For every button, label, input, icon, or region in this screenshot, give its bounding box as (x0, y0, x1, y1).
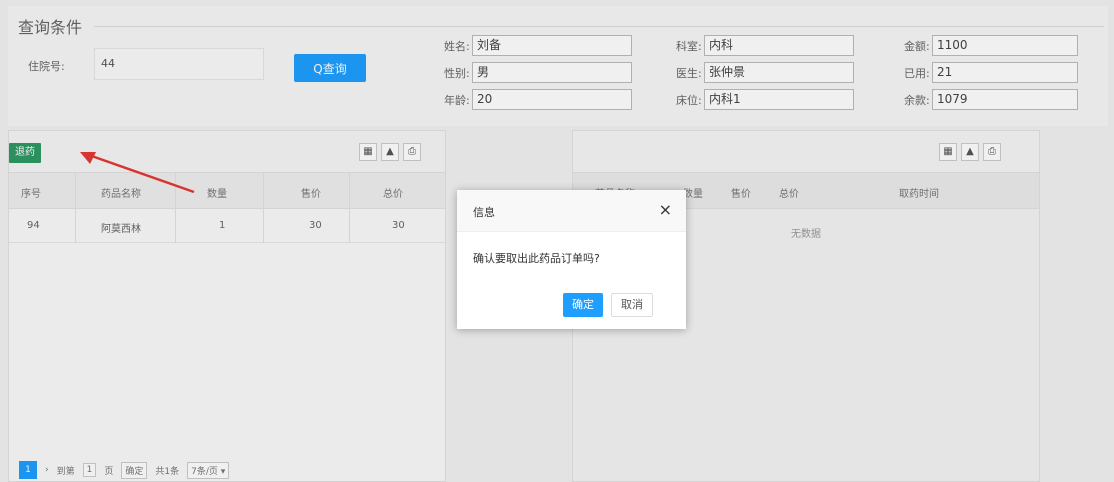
confirm-button[interactable]: 确定 (563, 293, 603, 317)
dialog-title: 信息 (473, 206, 495, 219)
confirm-dialog: 信息 × 确认要取出此药品订单吗? 确定 取消 (457, 190, 686, 329)
close-icon[interactable]: × (659, 200, 672, 219)
cancel-button[interactable]: 取消 (611, 293, 653, 317)
dialog-message: 确认要取出此药品订单吗? (473, 252, 600, 265)
dialog-header: 信息 × (457, 190, 686, 232)
